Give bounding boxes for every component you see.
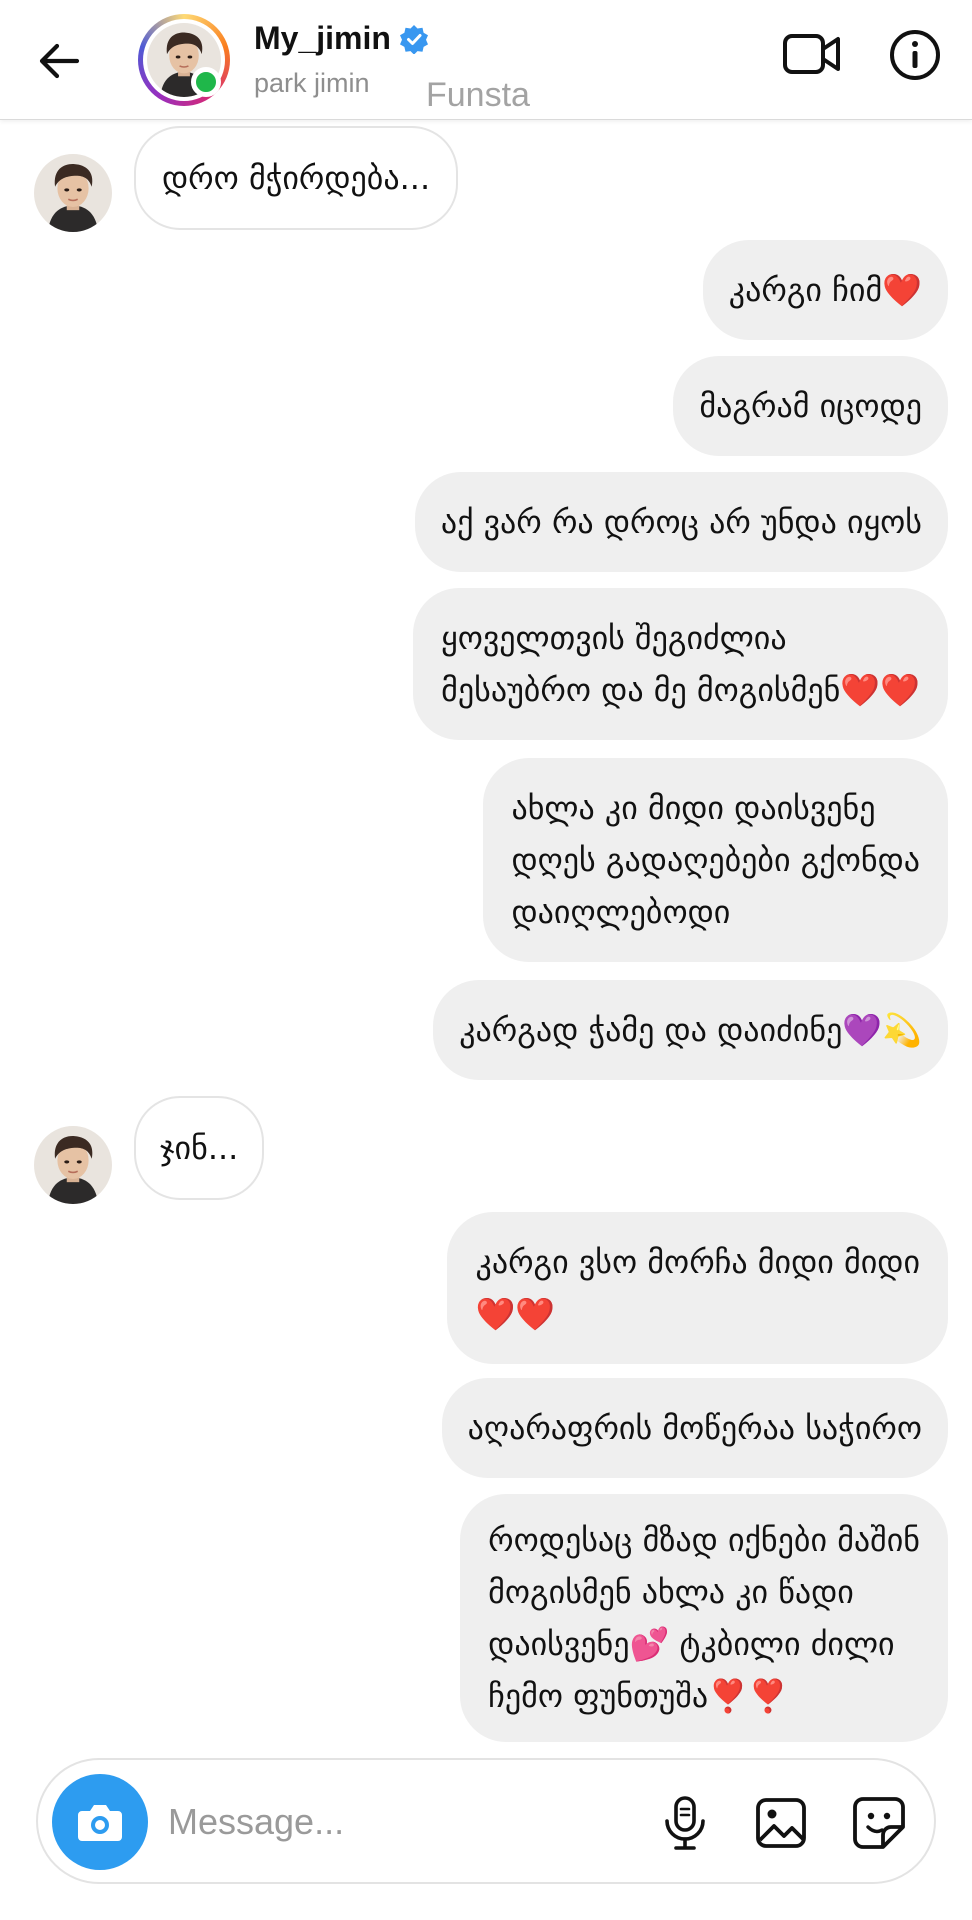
voice-message-button[interactable] — [650, 1788, 720, 1858]
chat-header: My_jimin park jimin Funsta — [0, 0, 972, 120]
outgoing-message-2[interactable]: მაგრამ იცოდე — [673, 356, 948, 456]
incoming-message-2[interactable]: ჯინ... — [134, 1096, 265, 1200]
incoming-message-1[interactable]: დრო მჭირდება... — [134, 126, 459, 230]
message-input[interactable] — [168, 1790, 548, 1854]
message-composer — [36, 1758, 936, 1884]
gallery-button[interactable] — [746, 1788, 816, 1858]
outgoing-message-1[interactable]: კარგი ჩიმ❤️ — [702, 240, 948, 340]
outgoing-message-7[interactable]: კარგი ვსო მორჩა მიდი მიდი ❤️❤️ — [447, 1212, 948, 1364]
back-arrow-icon — [39, 43, 80, 79]
outgoing-message-5[interactable]: ახლა კი მიდი დაისვენე დღეს გადაღებები გქ… — [483, 758, 948, 962]
info-icon — [890, 30, 940, 80]
outgoing-message-8[interactable]: აღარაფრის მოწერაა საჭირო — [441, 1378, 948, 1478]
outgoing-message-6[interactable]: კარგად ჭამე და დაიძინე💜💫 — [433, 980, 948, 1080]
info-button[interactable] — [886, 26, 944, 84]
verified-badge-icon — [399, 24, 428, 54]
microphone-icon — [665, 1796, 705, 1850]
camera-button[interactable] — [52, 1774, 148, 1870]
sticker-button[interactable] — [844, 1788, 914, 1858]
online-status-dot — [191, 67, 221, 97]
camera-icon — [78, 1805, 122, 1841]
watermark-text: Funsta — [426, 76, 530, 114]
video-call-icon — [783, 34, 840, 74]
outgoing-message-4[interactable]: ყოველთვის შეგიძლია მესაუბრო და მე მოგისმ… — [413, 588, 948, 740]
outgoing-message-3[interactable]: აქ ვარ რა დროც არ უნდა იყოს — [414, 472, 948, 572]
gallery-icon — [756, 1798, 806, 1848]
username-text: My_jimin — [254, 20, 391, 56]
sender-avatar[interactable] — [34, 1126, 112, 1204]
video-call-button[interactable] — [780, 26, 844, 82]
sender-avatar[interactable] — [34, 154, 112, 232]
profile-full-name: park jimin — [254, 68, 370, 98]
outgoing-message-9[interactable]: როდესაც მზად იქნები მაშინ მოგისმენ ახლა … — [460, 1494, 948, 1742]
sticker-icon — [853, 1797, 905, 1849]
back-button[interactable] — [30, 32, 88, 90]
profile-username[interactable]: My_jimin — [254, 20, 429, 57]
